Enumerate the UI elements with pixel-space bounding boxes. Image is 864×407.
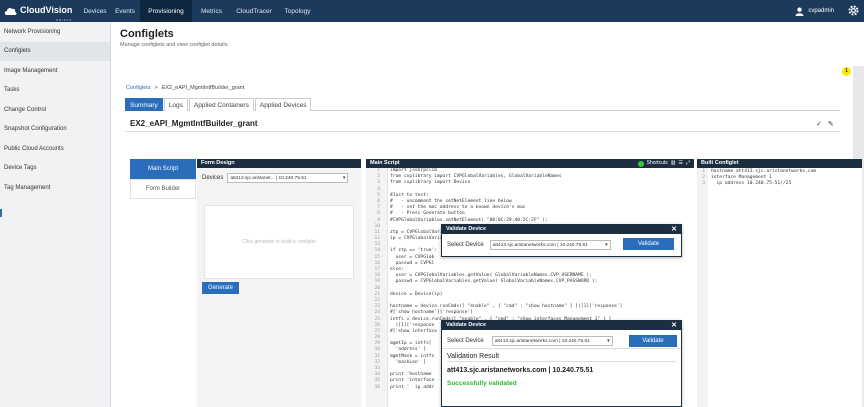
form-area: Click generate to build a configlet	[204, 205, 354, 279]
device-select[interactable]: att413.sjc.aristanetworks.com | 10.240.7…	[489, 240, 611, 250]
devices-label: Devices	[202, 175, 224, 181]
generate-button[interactable]: Generate	[202, 282, 239, 294]
status-dot-icon	[637, 160, 644, 167]
breadcrumb-separator: >	[154, 85, 158, 91]
line-number: 3	[702, 181, 705, 187]
tab-summary[interactable]: Summary	[125, 98, 163, 111]
close-icon[interactable]: ✕	[671, 321, 677, 330]
modal-title: Validate Device	[446, 322, 487, 328]
gear-icon[interactable]	[847, 4, 860, 17]
main-script-title: Main Script	[370, 160, 400, 166]
topnav-metrics[interactable]: Metrics	[192, 0, 231, 22]
cloud-icon	[4, 7, 17, 15]
user-name: cvpadmin	[808, 8, 834, 14]
topnav-cloudtracer[interactable]: CloudTracer	[231, 0, 277, 22]
sidebar: Network Provisioning Configlets Image Mana…	[0, 22, 111, 407]
main-content: Configlets Manage configlets and view co…	[111, 22, 864, 407]
validation-result-title: Validation Result	[447, 349, 676, 362]
modal-header: Validate Device ✕	[442, 321, 681, 330]
validate-device-modal-1: Validate Device ✕ Select Device att413.s…	[441, 224, 682, 257]
sidebar-item-tag-management[interactable]: Tag Management	[0, 178, 110, 198]
sidebar-marker	[0, 209, 2, 217]
topnav-provisioning[interactable]: Provisioning	[140, 0, 192, 22]
tab-bar: Summary Logs Applied Containers Applied Dev…	[125, 98, 840, 111]
page-subtitle: Manage configlets and view configlet det…	[120, 42, 229, 48]
breadcrumb-current: EX2_eAPI_MgmtIntfBuilder_grant	[161, 85, 245, 91]
top-nav: Devices Events Provisioning Metrics CloudTra…	[80, 0, 318, 22]
configlet-title: EX2_eAPI_MgmtIntfBuilder_grant	[130, 119, 258, 128]
check-icon[interactable]: ✓	[816, 120, 822, 128]
expand-icon[interactable]: ⤢	[686, 159, 690, 168]
topnav-devices[interactable]: Devices	[80, 0, 110, 22]
brand-name: CloudVision	[20, 5, 73, 15]
configlet-actions: ✓ ✎	[816, 120, 834, 128]
breadcrumb-configlets[interactable]: Configlets	[126, 85, 150, 91]
validation-result: Validation Result att413.sjc.aristanetwo…	[442, 348, 681, 387]
sidebar-item-device-tags[interactable]: Device Tags	[0, 159, 110, 179]
sidebar-item-tasks[interactable]: Tasks	[0, 81, 110, 101]
sidebar-item-image-management[interactable]: Image Management	[0, 61, 110, 81]
modal-title: Validate Device	[446, 226, 487, 232]
nav-main-script[interactable]: Main Script	[130, 159, 196, 179]
sidebar-item-public-cloud-accounts[interactable]: Public Cloud Accounts	[0, 139, 110, 159]
form-placeholder: Click generate to build a configlet	[242, 239, 316, 245]
built-configlet-header: Built Configlet	[697, 159, 862, 168]
validate-device-modal-2: Validate Device ✕ Select Device att413.s…	[441, 320, 682, 407]
breadcrumb: Configlets > EX2_eAPI_MgmtIntfBuilder_gr…	[126, 85, 244, 91]
topnav-topology[interactable]: Topology	[277, 0, 318, 22]
edit-icon[interactable]: ✎	[828, 120, 834, 128]
validated-device: att413.sjc.aristanetworks.com | 10.240.7…	[447, 367, 594, 374]
modal-header: Validate Device ✕	[442, 225, 681, 234]
sidebar-item-configlets[interactable]: Configlets	[0, 41, 110, 61]
select-device-label: Select Device	[447, 242, 484, 248]
device-select[interactable]: att413.sjc.aristanetworks.com | 10.240.7…	[491, 336, 613, 346]
nav-form-builder[interactable]: Form Builder	[130, 179, 196, 199]
editor-nav: Main Script Form Builder	[130, 159, 196, 199]
user-menu[interactable]: cvpadmin	[795, 0, 834, 22]
top-bar: CloudVision ARISTA Devices Events Provisio…	[0, 0, 864, 22]
close-icon[interactable]: ✕	[671, 225, 677, 234]
notification-badge[interactable]: 1	[842, 67, 851, 76]
tab-logs[interactable]: Logs	[163, 98, 188, 111]
divider	[125, 131, 840, 132]
editor-controls: Shortcuts ▥ ☰ ⤢	[637, 159, 690, 168]
main-script-header: Main Script Shortcuts ▥ ☰ ⤢	[366, 159, 694, 168]
device-row: Devices att413.sjc.aristanet... | 10.240…	[197, 168, 361, 183]
user-icon	[795, 7, 804, 16]
list-icon[interactable]: ☰	[679, 159, 683, 168]
sidebar-item-snapshot-configuration[interactable]: Snapshot Configuration	[0, 120, 110, 140]
line-text: ip address 10.240.75.51//25	[711, 181, 792, 187]
built-line: 3 ip address 10.240.75.51//25	[697, 181, 862, 187]
validate-button[interactable]: Validate	[629, 335, 677, 347]
logo[interactable]: CloudVision ARISTA	[0, 0, 80, 22]
topnav-events[interactable]: Events	[110, 0, 140, 22]
device-select[interactable]: att413.sjc.aristanet... | 10.240.75.51	[227, 173, 349, 183]
built-configlet-code[interactable]: 1 hostname att413.sjc.aristanetworks.com 2…	[697, 168, 862, 188]
page-title: Configlets	[120, 28, 174, 40]
select-device-label: Select Device	[447, 338, 484, 344]
form-design-header: Form Design	[197, 159, 361, 168]
form-design-panel: Form Design Devices att413.sjc.aristanet…	[197, 159, 361, 407]
built-gutter	[697, 168, 708, 407]
layout-icon[interactable]: ▥	[671, 159, 676, 168]
line-number: 36	[374, 384, 380, 390]
built-configlet-panel: Built Configlet 1 hostname att413.sjc.ari…	[697, 159, 862, 407]
sidebar-item-network-provisioning[interactable]: Network Provisioning	[0, 22, 110, 42]
validate-button[interactable]: Validate	[623, 238, 674, 250]
validation-status: Successfully validated	[447, 380, 517, 387]
shortcuts-link[interactable]: Shortcuts	[647, 159, 668, 168]
sidebar-item-change-control[interactable]: Change Control	[0, 100, 110, 120]
line-text: print ' ip addr	[390, 384, 435, 390]
tab-applied-devices[interactable]: Applied Devices	[254, 98, 312, 111]
tab-applied-containers[interactable]: Applied Containers	[188, 98, 254, 111]
